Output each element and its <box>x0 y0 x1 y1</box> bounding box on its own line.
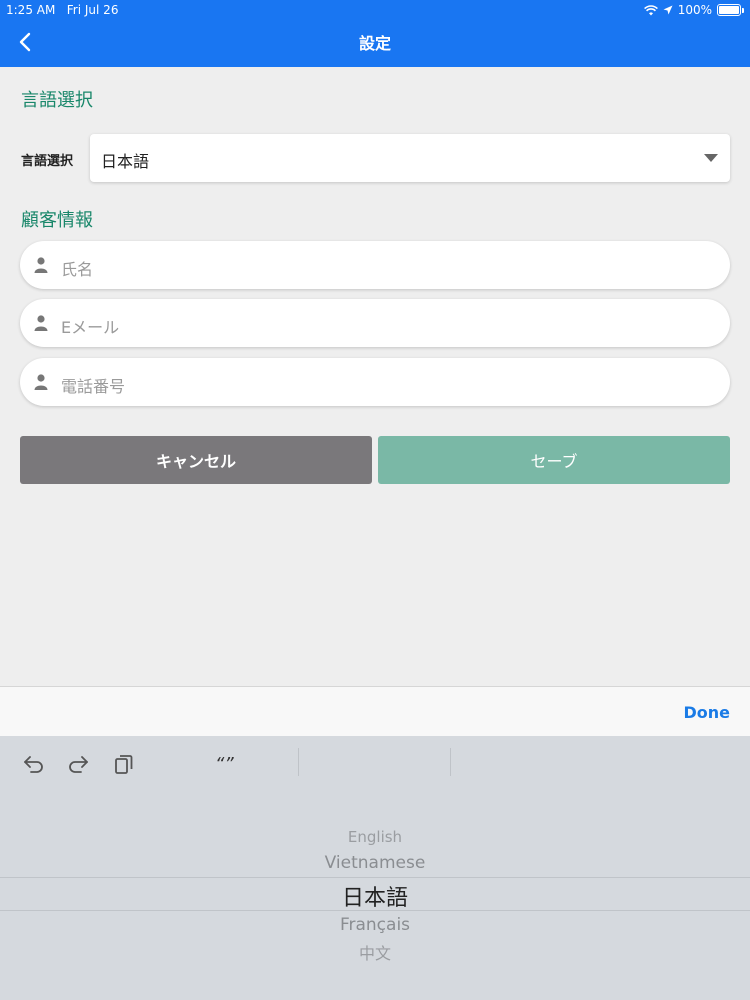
person-icon <box>34 257 48 273</box>
keyboard-accessory-bar: Done <box>0 686 750 737</box>
battery-percent: 100% <box>677 3 712 17</box>
language-label: 言語選択 <box>21 154 74 169</box>
save-button[interactable]: セーブ <box>378 436 730 484</box>
phone-placeholder: 電話番号 <box>61 377 126 396</box>
customer-section-title: 顧客情報 <box>21 210 93 231</box>
person-icon <box>34 374 48 390</box>
name-field[interactable]: 氏名 <box>20 241 730 289</box>
picker-option-selected[interactable]: 日本語 <box>0 880 750 912</box>
status-date: Fri Jul 26 <box>66 3 119 17</box>
picker-selection-top-line <box>0 877 750 878</box>
caret-down-icon <box>704 154 718 162</box>
undo-icon[interactable] <box>22 752 46 776</box>
wifi-icon <box>643 4 658 15</box>
language-section-title: 言語選択 <box>21 90 93 111</box>
done-button[interactable]: Done <box>683 703 730 722</box>
redo-icon[interactable] <box>66 752 90 776</box>
status-time: 1:25 AM Fri Jul 26 <box>6 3 119 17</box>
quote-suggestion[interactable]: “” <box>215 754 234 775</box>
navigation-bar: 1:25 AM Fri Jul 26 100% 設定 <box>0 0 750 67</box>
suggestion-divider <box>450 748 451 776</box>
location-icon <box>663 5 673 15</box>
email-field[interactable]: Eメール <box>20 299 730 347</box>
language-select[interactable]: 日本語 <box>90 134 730 182</box>
battery-icon <box>717 4 741 16</box>
email-placeholder: Eメール <box>61 318 120 337</box>
picker-option[interactable]: Vietnamese <box>0 853 750 873</box>
battery-tip <box>742 7 744 13</box>
picker-option[interactable]: Français <box>0 915 750 935</box>
picker-option[interactable]: English <box>0 828 750 846</box>
cancel-button[interactable]: キャンセル <box>20 436 372 484</box>
page-title: 設定 <box>358 34 391 53</box>
paste-icon[interactable] <box>112 752 136 776</box>
language-select-value: 日本語 <box>101 152 150 171</box>
status-indicators: 100% <box>643 3 744 17</box>
phone-field[interactable]: 電話番号 <box>20 358 730 406</box>
keyboard-area: “” English Vietnamese 日本語 Français 中文 <box>0 736 750 1000</box>
name-placeholder: 氏名 <box>61 260 94 279</box>
person-icon <box>34 315 48 331</box>
picker-option[interactable]: 中文 <box>0 940 750 964</box>
suggestion-divider <box>298 748 299 776</box>
